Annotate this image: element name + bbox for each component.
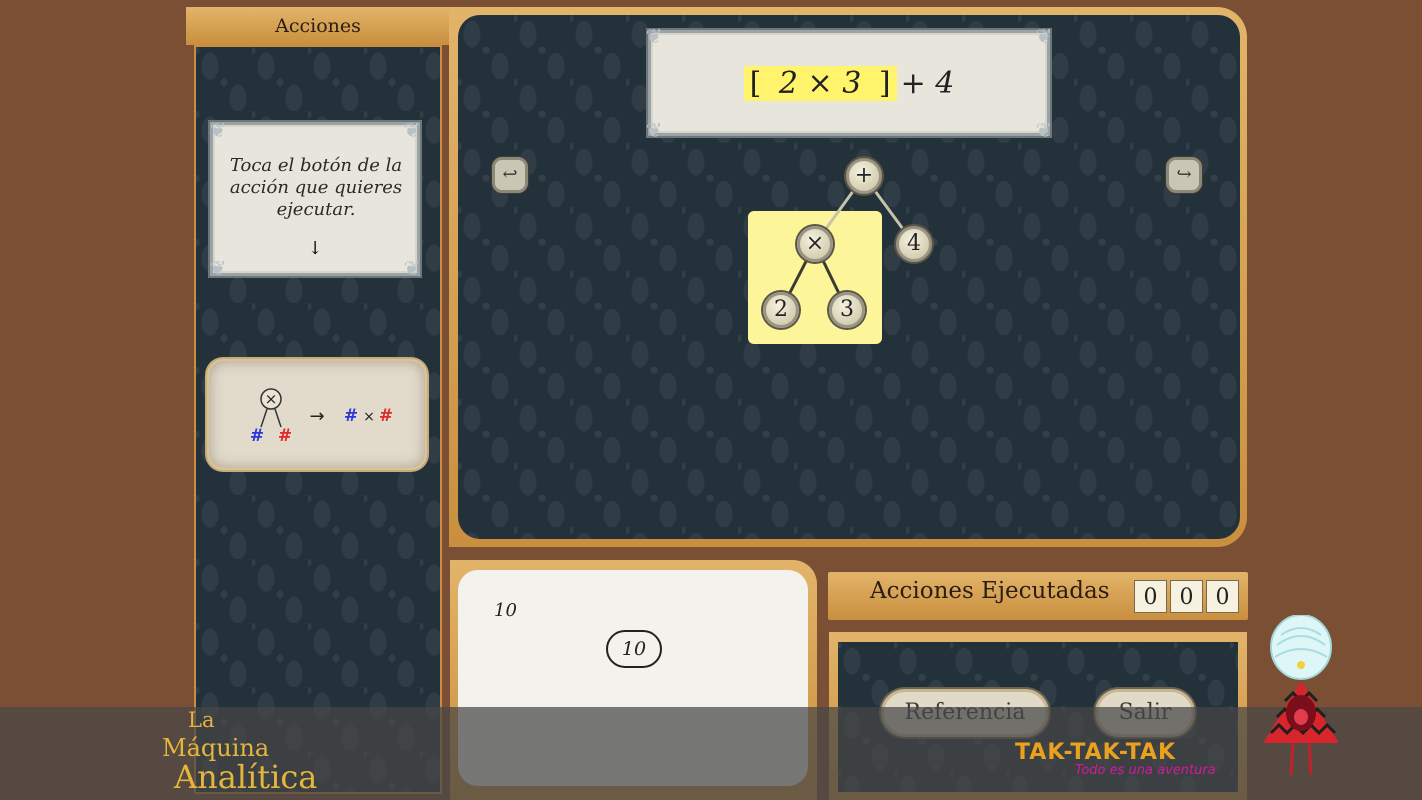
- executed-actions-title: Acciones Ejecutadas: [870, 578, 1110, 604]
- brand-logo: TAK-TAK-TAK Todo es una aventura: [1015, 740, 1233, 778]
- tree-node-2[interactable]: 2: [763, 292, 799, 328]
- logo-line-3: Analítica: [174, 758, 318, 796]
- counter-digit: 0: [1206, 580, 1239, 613]
- tree-node-4[interactable]: 4: [896, 226, 932, 262]
- mascot-character-icon: [1263, 615, 1339, 776]
- brand-title: TAK-TAK-TAK: [1015, 740, 1177, 765]
- logo-line-1: La: [188, 708, 215, 732]
- tree-node-multiply[interactable]: ×: [797, 226, 833, 262]
- tree-node-3[interactable]: 3: [829, 292, 865, 328]
- result-value-text: 10: [494, 600, 517, 621]
- tree-node-plus[interactable]: +: [846, 158, 882, 194]
- counter-digit: 0: [1170, 580, 1203, 613]
- counter-digit: 0: [1134, 580, 1167, 613]
- brand-subtitle: Todo es una aventura: [1075, 763, 1216, 778]
- result-value-pill: 10: [606, 630, 662, 668]
